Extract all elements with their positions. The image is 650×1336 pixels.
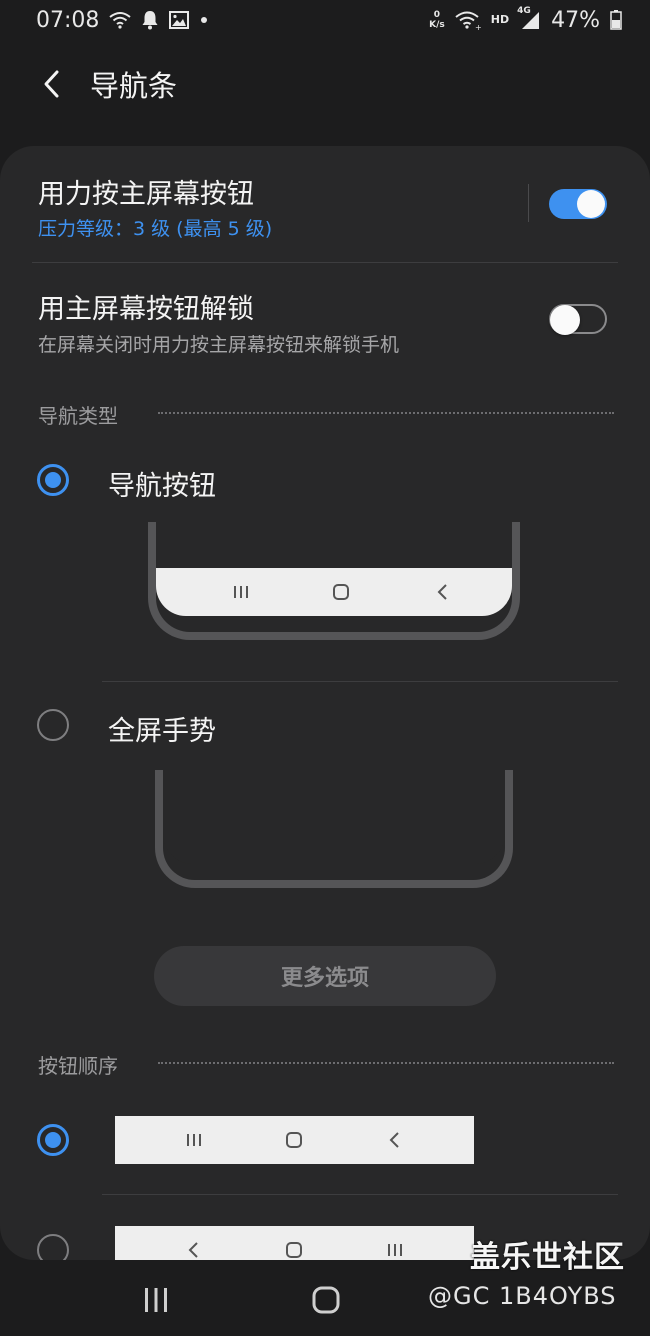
gestures-label[interactable]: 全屏手势 (108, 709, 216, 748)
gestures-radio[interactable] (37, 709, 69, 741)
back-button[interactable] (22, 54, 82, 114)
notification-bell-icon (141, 10, 159, 30)
watermark-title: 盖乐世社区 (470, 1240, 625, 1275)
back-icon (428, 577, 458, 607)
net-speed-value: 0 (433, 10, 441, 20)
battery-icon (610, 10, 622, 30)
net-speed-indicator: 0 K/s (429, 10, 445, 30)
status-bar-right: 0 K/s + HD 4G 47% (429, 6, 622, 33)
home-icon (326, 577, 356, 607)
section-divider (158, 1062, 614, 1064)
unlock-setting[interactable]: 用主屏幕按钮解锁 在屏幕关闭时用力按主屏幕按钮来解锁手机 (0, 263, 650, 373)
system-recents-button[interactable] (136, 1280, 176, 1320)
nav-buttons-radio[interactable] (37, 464, 69, 496)
recents-icon (179, 1125, 209, 1155)
back-icon (179, 1235, 209, 1260)
status-time: 07:08 (36, 7, 100, 33)
order-option-2-preview[interactable] (115, 1226, 474, 1260)
unlock-toggle[interactable] (549, 304, 607, 335)
status-bar: 07:08 0 K/s + HD 4G 47% (0, 0, 650, 40)
more-notifications-dot-icon (199, 15, 209, 25)
network-type-label: 4G (517, 6, 531, 16)
nav-buttons-preview[interactable] (148, 522, 520, 640)
order-option-2-radio[interactable] (37, 1234, 69, 1260)
toggle-knob (550, 305, 580, 335)
image-icon (169, 11, 190, 29)
home-icon (279, 1235, 309, 1260)
net-speed-unit: K/s (429, 20, 445, 30)
svg-text:+: + (475, 23, 481, 30)
home-icon (312, 1286, 340, 1314)
app-header: 导航条 (0, 52, 650, 116)
settings-card: 用力按主屏幕按钮 压力等级：3 级 (最高 5 级) 用主屏幕按钮解锁 在屏幕关… (0, 146, 650, 1260)
section-divider (158, 412, 614, 414)
page-title: 导航条 (90, 69, 178, 103)
preview-navigation-bar (156, 568, 512, 616)
force-press-title: 用力按主屏幕按钮 (38, 179, 254, 210)
mobile-signal-icon: 4G (517, 6, 541, 30)
vertical-divider (528, 184, 529, 222)
divider (102, 681, 618, 682)
button-order-header: 按钮顺序 (38, 1054, 118, 1078)
hd-label: HD (490, 13, 510, 26)
home-icon (279, 1125, 309, 1155)
wifi-signal-icon: + (455, 10, 481, 30)
back-arrow-icon (44, 70, 59, 98)
nav-buttons-label[interactable]: 导航按钮 (108, 464, 216, 503)
order-option-1-radio[interactable] (37, 1124, 69, 1156)
nav-type-header: 导航类型 (38, 404, 118, 428)
toggle-knob (577, 190, 605, 218)
gestures-preview[interactable] (155, 770, 513, 888)
divider (102, 1194, 618, 1195)
force-press-toggle[interactable] (549, 189, 607, 219)
recents-icon (145, 1288, 167, 1312)
gestures-preview-screen (163, 770, 505, 864)
order-option-1-preview[interactable] (115, 1116, 474, 1164)
wifi-icon (109, 11, 132, 29)
watermark-handle: @GC 1B4OYBS (428, 1282, 617, 1310)
unlock-description: 在屏幕关闭时用力按主屏幕按钮来解锁手机 (38, 334, 400, 356)
system-home-button[interactable] (306, 1280, 346, 1320)
force-press-level: 压力等级：3 级 (最高 5 级) (38, 218, 273, 240)
recents-icon (226, 577, 256, 607)
unlock-title: 用主屏幕按钮解锁 (38, 294, 254, 325)
force-press-setting[interactable]: 用力按主屏幕按钮 压力等级：3 级 (最高 5 级) (0, 146, 650, 262)
status-bar-left: 07:08 (36, 8, 209, 33)
recents-icon (380, 1235, 410, 1260)
back-icon (380, 1125, 410, 1155)
more-options-button[interactable]: 更多选项 (154, 946, 496, 1006)
battery-percent: 47% (551, 7, 600, 33)
